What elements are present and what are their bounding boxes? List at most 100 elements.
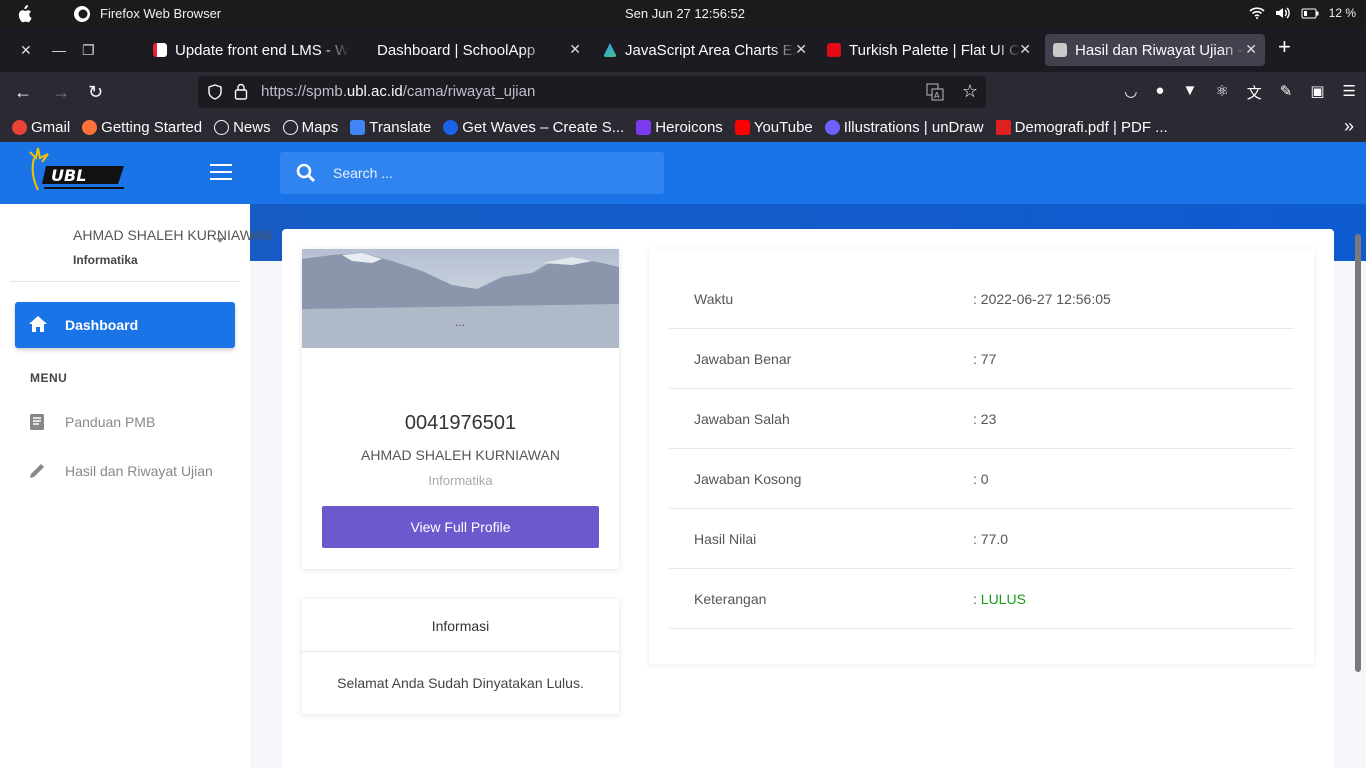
profile-id: 0041976501 bbox=[404, 412, 517, 434]
ubl-favicon bbox=[1053, 43, 1067, 57]
tab-bar: ✕ — ❐ Update front end LMS - W Dashboard… bbox=[0, 28, 1366, 72]
system-tray[interactable]: 12 % bbox=[1249, 6, 1356, 20]
logo-area: UBL bbox=[0, 142, 250, 204]
mountain-image bbox=[302, 253, 619, 348]
battery-icon bbox=[1301, 8, 1319, 18]
view-full-profile-button[interactable]: View Full Profile bbox=[322, 506, 599, 548]
web-page: UBL Search ... AHMAD SHALEH KURNIAWAN In… bbox=[0, 142, 1366, 768]
bookmark-get-waves[interactable]: Get Waves – Create S... bbox=[443, 119, 624, 136]
clock[interactable]: Sen Jun 27 12:56:52 bbox=[625, 6, 745, 21]
firefox-icon bbox=[82, 119, 98, 135]
new-tab-icon[interactable]: + bbox=[1278, 34, 1291, 60]
extensions-icon[interactable]: ▣ bbox=[1310, 82, 1324, 103]
address-bar[interactable]: https://spmb.ubl.ac.id/cama/riwayat_ujia… bbox=[198, 76, 986, 108]
tab-hasil-riwayat-ujian[interactable]: Hasil dan Riwayat Ujian - S ✕ bbox=[1045, 34, 1265, 66]
bookmark-translate[interactable]: Translate bbox=[350, 119, 431, 136]
top-header: Search ... bbox=[250, 142, 1366, 204]
sidebar: AHMAD SHALEH KURNIAWAN Informatika Dashb… bbox=[0, 204, 272, 768]
notion-icon bbox=[153, 43, 167, 57]
user-name[interactable]: AHMAD SHALEH KURNIAWAN bbox=[73, 227, 272, 243]
tab-javascript-area-charts[interactable]: JavaScript Area Charts Ex ✕ bbox=[595, 34, 815, 66]
search-input[interactable]: Search ... bbox=[333, 165, 393, 181]
minimize-window-icon[interactable]: — bbox=[52, 42, 66, 58]
bookmarks-bar: Gmail Getting Started News Maps Translat… bbox=[0, 112, 1366, 142]
close-tab-icon[interactable]: ✕ bbox=[569, 41, 581, 58]
translate-page-icon[interactable]: A bbox=[926, 83, 944, 101]
result-row: Waktu : 2022-06-27 12:56:05 bbox=[669, 269, 1294, 329]
ubl-logo[interactable]: UBL bbox=[24, 144, 128, 200]
undraw-icon bbox=[824, 119, 840, 135]
pocket-icon[interactable]: ◡ bbox=[1124, 82, 1137, 103]
volume-icon bbox=[1275, 7, 1290, 19]
result-row: Hasil Nilai : 77.0 bbox=[669, 509, 1294, 569]
active-app-name: Firefox Web Browser bbox=[100, 6, 222, 21]
info-title: Informasi bbox=[302, 599, 619, 652]
home-icon bbox=[29, 316, 47, 332]
app-menu-icon[interactable]: ☰ bbox=[1343, 82, 1356, 103]
info-message: Selamat Anda Sudah Dinyatakan Lulus. bbox=[337, 675, 584, 691]
vue-devtools-icon[interactable]: ▼ bbox=[1182, 82, 1197, 103]
user-dept: Informatika bbox=[73, 253, 138, 267]
profile-dept: Informatika bbox=[428, 473, 493, 488]
close-window-icon[interactable]: ✕ bbox=[20, 42, 32, 59]
firefox-icon bbox=[74, 6, 90, 22]
pass-status: LULUS bbox=[980, 591, 1026, 607]
bookmark-youtube[interactable]: YouTube bbox=[734, 119, 813, 136]
globe-icon bbox=[214, 119, 230, 135]
youtube-icon bbox=[734, 119, 750, 135]
profile-banner-image: ... bbox=[302, 249, 619, 348]
battery-percent: 12 % bbox=[1328, 6, 1356, 20]
result-row: Jawaban Kosong : 0 bbox=[669, 449, 1294, 509]
search-icon bbox=[296, 163, 316, 183]
sidebar-item-panduan-pmb[interactable]: Panduan PMB bbox=[28, 411, 248, 435]
translate-extension-icon[interactable]: 文 bbox=[1247, 82, 1262, 103]
reload-icon[interactable]: ↻ bbox=[88, 82, 103, 103]
search-box[interactable]: Search ... bbox=[280, 152, 664, 194]
close-tab-icon[interactable]: ✕ bbox=[795, 41, 807, 58]
close-tab-icon[interactable]: ✕ bbox=[1245, 41, 1257, 58]
pdf-icon bbox=[995, 119, 1011, 135]
page-scrollbar[interactable] bbox=[1355, 234, 1361, 672]
divider bbox=[10, 281, 240, 282]
google-translate-icon bbox=[350, 119, 366, 135]
navigation-bar: ← → ↻ https://spmb.ubl.ac.id/cama/riwaya… bbox=[0, 72, 1366, 112]
restore-window-icon[interactable]: ❐ bbox=[82, 42, 95, 59]
pencil-icon bbox=[30, 464, 44, 478]
result-row: Jawaban Salah : 23 bbox=[669, 389, 1294, 449]
close-tab-icon[interactable]: ✕ bbox=[1019, 41, 1031, 58]
sidebar-item-hasil-riwayat-ujian[interactable]: Hasil dan Riwayat Ujian bbox=[28, 460, 248, 484]
heroicons-icon bbox=[636, 119, 652, 135]
bookmark-getting-started[interactable]: Getting Started bbox=[82, 119, 202, 136]
bookmark-news[interactable]: News bbox=[214, 119, 271, 136]
bookmark-gmail[interactable]: Gmail bbox=[12, 119, 70, 136]
globe-icon bbox=[282, 119, 298, 135]
svg-text:A: A bbox=[934, 91, 940, 100]
sidebar-item-dashboard[interactable]: Dashboard bbox=[15, 302, 235, 348]
info-card: Informasi Selamat Anda Sudah Dinyatakan … bbox=[302, 599, 619, 714]
back-icon[interactable]: ← bbox=[14, 82, 32, 103]
result-row: Keterangan : LULUS bbox=[669, 569, 1294, 629]
hamburger-menu-icon[interactable] bbox=[210, 164, 232, 180]
turkey-flag-icon bbox=[827, 43, 841, 57]
user-dropdown-caret-icon[interactable] bbox=[216, 238, 224, 243]
color-picker-icon[interactable]: ✎ bbox=[1280, 82, 1293, 103]
results-card: Waktu : 2022-06-27 12:56:05 Jawaban Bena… bbox=[649, 249, 1314, 664]
lock-icon[interactable] bbox=[234, 83, 248, 100]
react-devtools-icon[interactable]: ⚛ bbox=[1215, 82, 1228, 103]
extension-gnome-icon[interactable]: ● bbox=[1155, 82, 1164, 103]
bookmark-maps[interactable]: Maps bbox=[282, 119, 338, 136]
bookmark-demografi-pdf[interactable]: Demografi.pdf | PDF ... bbox=[995, 119, 1168, 136]
bookmark-heroicons[interactable]: Heroicons bbox=[636, 119, 723, 136]
tab-turkish-palette[interactable]: Turkish Palette | Flat UI Co ✕ bbox=[819, 34, 1039, 66]
tab-update-front-end[interactable]: Update front end LMS - W bbox=[145, 34, 367, 66]
forward-icon[interactable]: → bbox=[52, 82, 70, 103]
apple-icon[interactable] bbox=[16, 5, 32, 23]
more-bookmarks-icon[interactable]: » bbox=[1344, 116, 1354, 137]
result-row: Jawaban Benar : 77 bbox=[669, 329, 1294, 389]
shield-icon[interactable] bbox=[208, 84, 222, 100]
bookmark-undraw[interactable]: Illustrations | unDraw bbox=[824, 119, 984, 136]
bookmark-star-icon[interactable]: ☆ bbox=[962, 81, 978, 102]
book-icon bbox=[30, 414, 44, 430]
url-text[interactable]: https://spmb.ubl.ac.id/cama/riwayat_ujia… bbox=[261, 83, 535, 100]
tab-dashboard-schoolapp[interactable]: Dashboard | SchoolApp ✕ bbox=[369, 34, 589, 66]
